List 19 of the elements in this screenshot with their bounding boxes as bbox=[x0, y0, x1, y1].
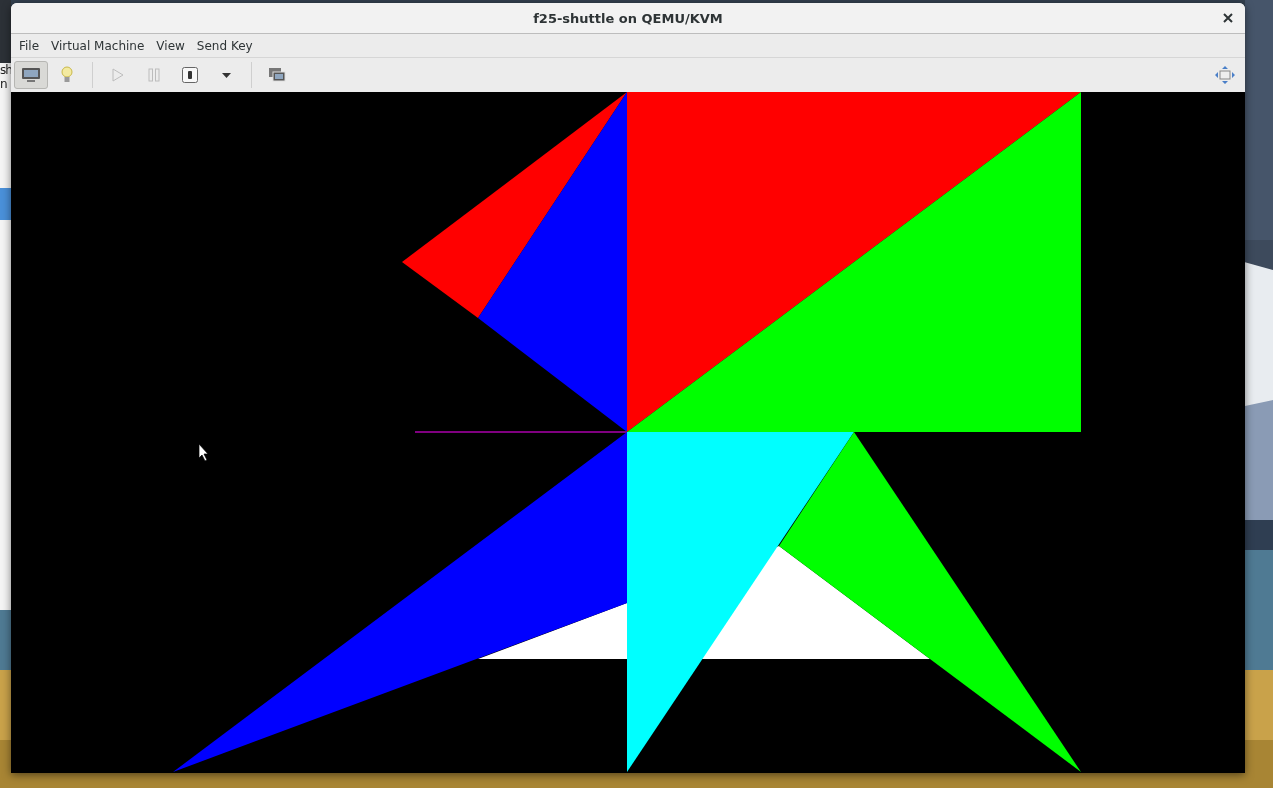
close-icon bbox=[1223, 13, 1233, 23]
screens-icon bbox=[268, 67, 286, 83]
menu-item[interactable]: View bbox=[150, 38, 191, 53]
menu-item[interactable]: File bbox=[13, 38, 46, 53]
menu-item[interactable]: Send Key bbox=[190, 38, 259, 53]
monitor-icon bbox=[21, 67, 41, 83]
power-button-icon bbox=[182, 67, 198, 83]
fullscreen-icon bbox=[1215, 66, 1235, 84]
lightbulb-icon bbox=[61, 66, 73, 84]
toolbar-button[interactable] bbox=[14, 61, 48, 89]
pause-icon bbox=[148, 68, 160, 82]
window-text: sh bbox=[0, 63, 11, 77]
caret-icon bbox=[221, 72, 231, 78]
header-bar bbox=[0, 0, 11, 63]
menu-item[interactable]: Virtual Machine bbox=[45, 38, 151, 53]
play-icon bbox=[112, 68, 124, 82]
selected-row bbox=[0, 188, 11, 220]
window-text: n bbox=[0, 77, 8, 91]
window-title: f25-shuttle on QEMU/KVM bbox=[533, 10, 723, 26]
